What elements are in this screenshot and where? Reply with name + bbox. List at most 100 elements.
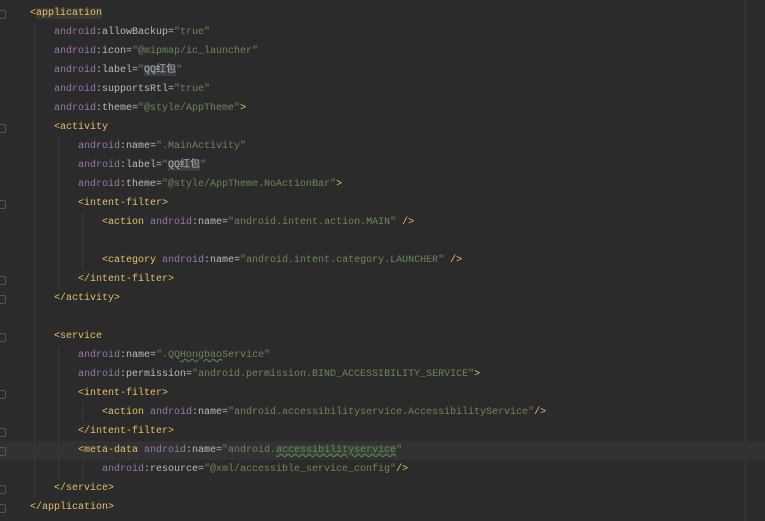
indent-guide — [34, 213, 35, 232]
code-token: <activity — [54, 122, 109, 133]
fold-marker-icon[interactable] — [0, 333, 6, 342]
code-line[interactable]: <meta-data android:name="android.accessi… — [0, 441, 765, 460]
indent-guide — [58, 137, 59, 156]
code-line[interactable]: android:permission="android.permission.B… — [0, 365, 765, 384]
code-token: :name= — [186, 445, 223, 456]
fold-marker-icon[interactable] — [0, 200, 6, 209]
code-token: " — [200, 160, 207, 171]
code-token: android — [78, 179, 121, 190]
indent-guide — [34, 23, 35, 42]
code-line[interactable]: android:supportsRtl="true" — [0, 80, 765, 99]
code-token: </intent-filter> — [78, 426, 175, 437]
code-token: "android.permission.BIND_ACCESSIBILITY_S… — [192, 369, 475, 380]
code-line[interactable]: <intent-filter> — [0, 194, 765, 213]
code-token: :name= — [120, 141, 157, 152]
code-line[interactable]: </application> — [0, 498, 765, 517]
code-line[interactable]: android:theme="@style/AppTheme"> — [0, 99, 765, 118]
code-token: android — [54, 27, 97, 38]
code-line[interactable]: <application — [0, 4, 765, 23]
fold-marker-icon[interactable] — [0, 504, 6, 513]
indent-guide — [34, 479, 35, 498]
indent-guide — [34, 270, 35, 289]
indent-guide — [34, 251, 35, 270]
fold-marker-icon[interactable] — [0, 428, 6, 437]
code-line[interactable] — [0, 308, 765, 327]
code-line[interactable]: android:allowBackup="true" — [0, 23, 765, 42]
code-token: :allowBackup= — [96, 27, 175, 38]
code-text: <intent-filter> — [78, 384, 168, 403]
code-line[interactable]: </intent-filter> — [0, 270, 765, 289]
code-editor[interactable]: <application android:allowBackup="true" an… — [0, 4, 765, 517]
fold-marker-icon[interactable] — [0, 447, 6, 456]
code-token: :label= — [120, 160, 163, 171]
code-line[interactable]: android:theme="@style/AppTheme.NoActionB… — [0, 175, 765, 194]
code-line[interactable]: <intent-filter> — [0, 384, 765, 403]
fold-marker-icon[interactable] — [0, 276, 6, 285]
code-token: :label= — [96, 65, 139, 76]
code-token: </intent-filter> — [78, 274, 175, 285]
indent-guide — [58, 403, 59, 422]
code-line[interactable]: <category android:name="android.intent.c… — [0, 251, 765, 270]
code-text: <intent-filter> — [78, 194, 168, 213]
indent-guide — [34, 384, 35, 403]
code-line[interactable]: <action android:name="android.intent.act… — [0, 213, 765, 232]
code-line[interactable] — [0, 232, 765, 251]
indent-guide — [58, 232, 59, 251]
code-text: android:name=".QQHongbaoService" — [78, 346, 270, 365]
code-token: "@mipmap/ic_launcher" — [132, 46, 259, 57]
code-token: android — [54, 65, 97, 76]
code-line[interactable]: android:name=".QQHongbaoService" — [0, 346, 765, 365]
code-line[interactable]: android:icon="@mipmap/ic_launcher" — [0, 42, 765, 61]
code-line[interactable]: android:name=".MainActivity" — [0, 137, 765, 156]
code-line[interactable]: android:resource="@xml/accessible_servic… — [0, 460, 765, 479]
code-token: <category — [102, 255, 163, 266]
code-text: <action android:name="android.intent.act… — [102, 213, 414, 232]
code-token: /> — [396, 464, 409, 475]
indent-guide — [58, 270, 59, 289]
indent-guide — [82, 251, 83, 270]
indent-guide — [58, 251, 59, 270]
indent-guide — [58, 441, 59, 460]
code-line[interactable]: <action android:name="android.accessibil… — [0, 403, 765, 422]
indent-guide — [82, 403, 83, 422]
indent-guide — [58, 213, 59, 232]
code-text: </intent-filter> — [78, 270, 174, 289]
code-token: android — [54, 46, 97, 57]
indent-guide — [34, 460, 35, 479]
code-token: :theme= — [96, 103, 139, 114]
code-token: "@style/AppTheme.NoActionBar" — [162, 179, 337, 190]
code-line[interactable]: <activity — [0, 118, 765, 137]
fold-marker-icon[interactable] — [0, 295, 6, 304]
indent-guide — [34, 42, 35, 61]
fold-marker-icon[interactable] — [0, 390, 6, 399]
code-line[interactable]: android:label="QQ红包" — [0, 61, 765, 80]
code-token: :name= — [120, 350, 157, 361]
code-text: </activity> — [54, 289, 120, 308]
code-text: </intent-filter> — [78, 422, 174, 441]
indent-guide — [34, 365, 35, 384]
code-text: <category android:name="android.intent.c… — [102, 251, 462, 270]
code-token: :name= — [192, 217, 229, 228]
code-token: /> — [396, 217, 415, 228]
code-token: :supportsRtl= — [96, 84, 175, 95]
fold-marker-icon[interactable] — [0, 485, 6, 494]
code-token: :name= — [192, 407, 229, 418]
fold-marker-icon[interactable] — [0, 124, 6, 133]
code-text: android:permission="android.permission.B… — [78, 365, 480, 384]
indent-guide — [34, 194, 35, 213]
code-line[interactable]: <service — [0, 327, 765, 346]
code-token: android — [54, 84, 97, 95]
code-token: > — [336, 179, 343, 190]
indent-guide — [58, 384, 59, 403]
code-text: android:supportsRtl="true" — [54, 80, 210, 99]
code-token: <intent-filter> — [78, 198, 169, 209]
fold-marker-icon[interactable] — [0, 10, 6, 19]
code-line[interactable]: </service> — [0, 479, 765, 498]
code-line[interactable]: </intent-filter> — [0, 422, 765, 441]
code-line[interactable]: android:label="QQ红包" — [0, 156, 765, 175]
indent-guide — [34, 403, 35, 422]
code-token: Hongbao — [180, 350, 223, 361]
indent-guide — [34, 61, 35, 80]
code-token: android — [78, 160, 121, 171]
code-line[interactable]: </activity> — [0, 289, 765, 308]
